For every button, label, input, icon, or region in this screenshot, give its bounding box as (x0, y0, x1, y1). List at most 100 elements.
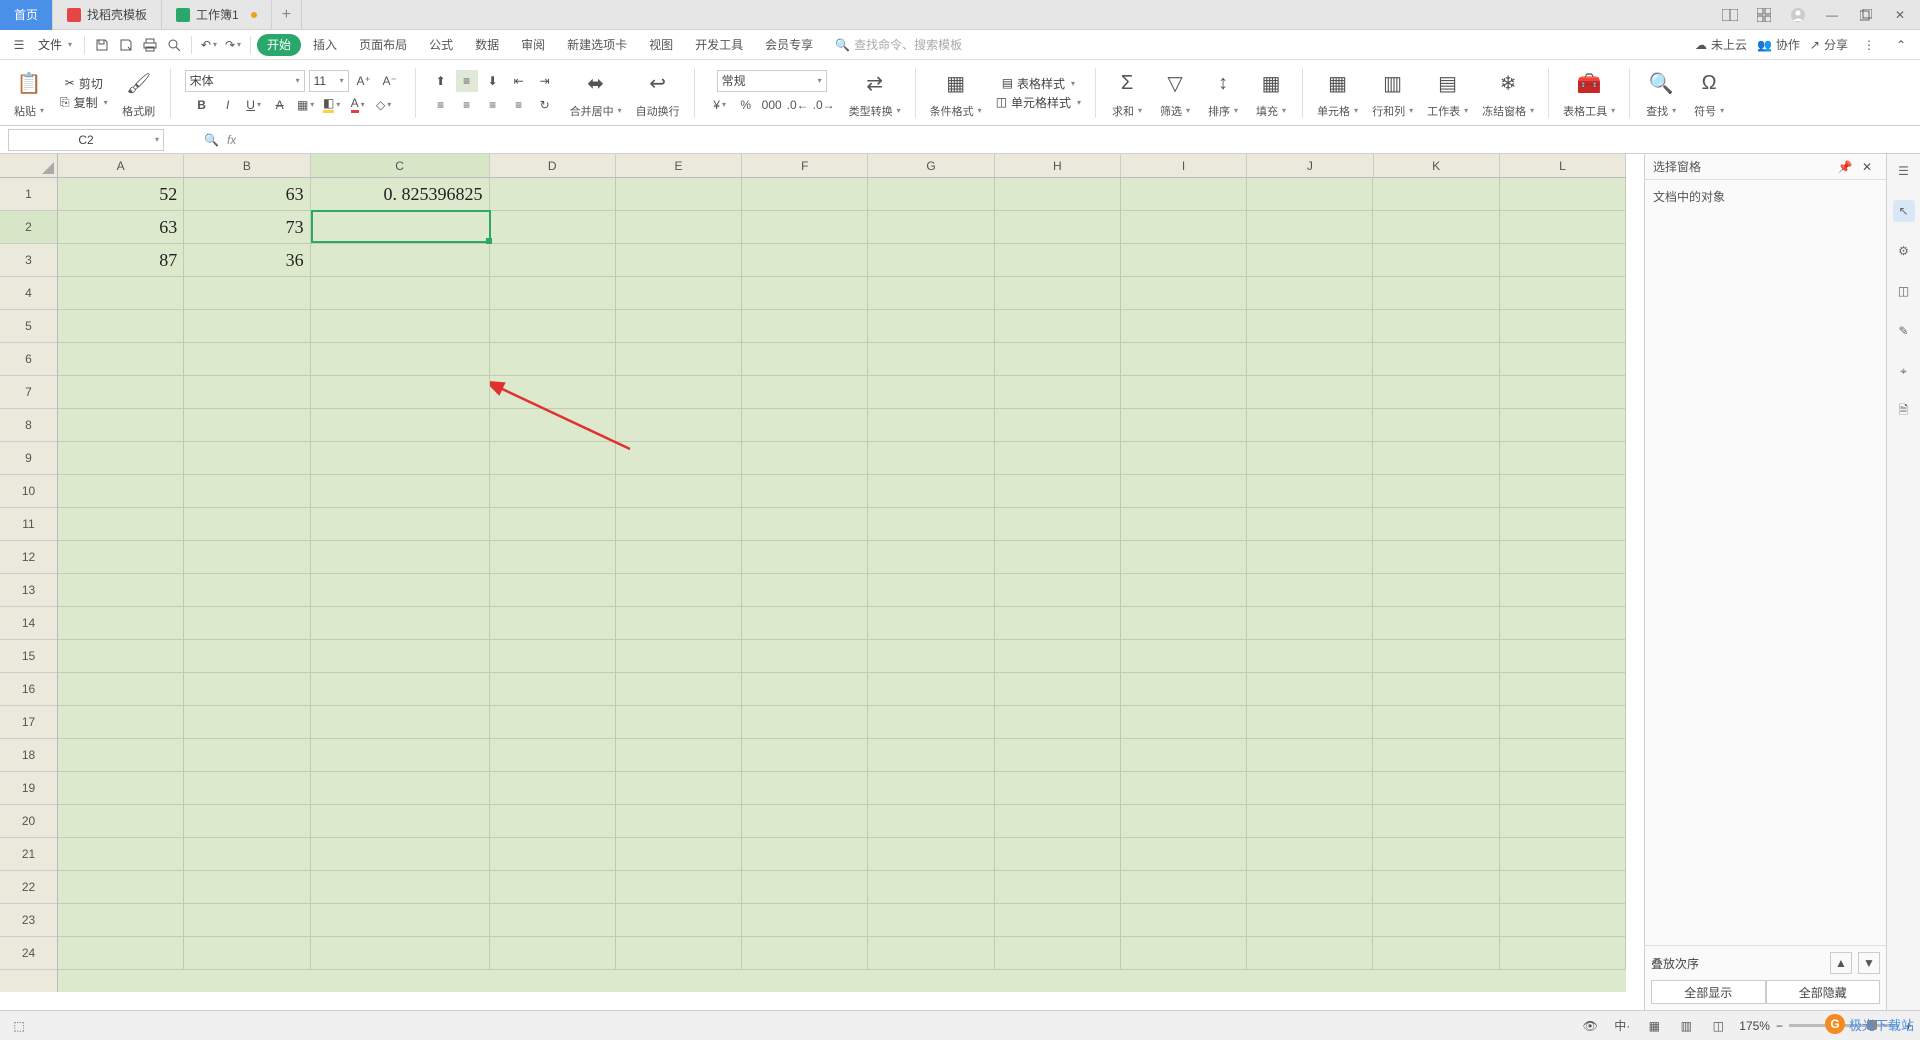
cell[interactable] (490, 739, 616, 772)
cell[interactable] (742, 409, 868, 442)
cell[interactable] (995, 673, 1121, 706)
cell[interactable] (616, 211, 742, 244)
merge-button[interactable]: ⬌合并居中▾ (566, 67, 626, 119)
cell[interactable] (1373, 904, 1499, 937)
cell[interactable] (1500, 211, 1626, 244)
row-header[interactable]: 13 (0, 574, 57, 607)
cell[interactable] (1247, 508, 1373, 541)
break-view-icon[interactable]: ◫ (1707, 1015, 1729, 1037)
cell[interactable] (311, 211, 490, 244)
cell[interactable] (616, 409, 742, 442)
cell[interactable] (868, 244, 994, 277)
file-menu[interactable]: 文件▾ (32, 36, 78, 53)
cell[interactable] (742, 211, 868, 244)
maximize-icon[interactable] (1854, 5, 1878, 25)
cell[interactable] (868, 937, 994, 970)
cell[interactable] (1373, 871, 1499, 904)
cell[interactable] (1373, 574, 1499, 607)
cell[interactable] (868, 673, 994, 706)
cell[interactable] (1121, 739, 1247, 772)
cell[interactable] (995, 310, 1121, 343)
share-button[interactable]: ↗分享 (1810, 36, 1848, 53)
cell[interactable] (1373, 541, 1499, 574)
cell[interactable] (1500, 871, 1626, 904)
cell[interactable] (184, 475, 310, 508)
cell[interactable] (1121, 343, 1247, 376)
cell[interactable] (1247, 178, 1373, 211)
cell[interactable] (1121, 937, 1247, 970)
tab-member[interactable]: 会员专享 (755, 30, 823, 60)
cell[interactable] (995, 277, 1121, 310)
cell[interactable] (184, 640, 310, 673)
percent-icon[interactable]: % (735, 94, 757, 116)
cell[interactable] (1500, 706, 1626, 739)
tab-home[interactable]: 首页 (0, 0, 53, 30)
layout-icon[interactable] (1718, 5, 1742, 25)
cell[interactable] (868, 574, 994, 607)
cell[interactable] (490, 805, 616, 838)
cell[interactable] (311, 277, 490, 310)
col-header[interactable]: K (1374, 154, 1500, 177)
thousand-icon[interactable]: 000 (761, 94, 783, 116)
cell[interactable] (1373, 343, 1499, 376)
cell[interactable] (58, 706, 184, 739)
security-icon[interactable]: ⌖ (1893, 360, 1915, 382)
cell[interactable] (1121, 673, 1247, 706)
border-button[interactable]: ▦▾ (295, 94, 317, 116)
cell[interactable] (1121, 904, 1247, 937)
cell[interactable] (616, 541, 742, 574)
cell[interactable] (1500, 640, 1626, 673)
cell[interactable] (742, 673, 868, 706)
cell[interactable] (1500, 244, 1626, 277)
cell[interactable] (490, 607, 616, 640)
zh-icon[interactable]: 中· (1611, 1015, 1633, 1037)
row-header[interactable]: 2 (0, 211, 57, 244)
cell[interactable] (1500, 805, 1626, 838)
undo-icon[interactable]: ↶▾ (198, 34, 220, 56)
tab-view[interactable]: 视图 (639, 30, 683, 60)
cell[interactable] (311, 706, 490, 739)
cell[interactable] (1500, 442, 1626, 475)
number-format-combo[interactable]: 常规▾ (717, 70, 827, 92)
redo-icon[interactable]: ↷▾ (222, 34, 244, 56)
decrease-indent-icon[interactable]: ⇤ (508, 70, 530, 92)
cell[interactable] (995, 904, 1121, 937)
cell[interactable] (1500, 937, 1626, 970)
cell[interactable] (616, 673, 742, 706)
row-header[interactable]: 21 (0, 838, 57, 871)
search-fx-icon[interactable]: 🔍 (204, 133, 219, 147)
cell[interactable]: 63 (184, 178, 310, 211)
filter-button[interactable]: ▽筛选▾ (1154, 67, 1196, 119)
cell[interactable] (1373, 211, 1499, 244)
cell[interactable] (742, 475, 868, 508)
spreadsheet-grid[interactable]: ABCDEFGHIJKL 123456789101112131415161718… (0, 154, 1644, 1010)
cell[interactable] (995, 772, 1121, 805)
cell[interactable] (1247, 772, 1373, 805)
cells-button[interactable]: ▦单元格▾ (1313, 67, 1362, 119)
cut-button[interactable]: ✂剪切 (65, 75, 103, 92)
cell[interactable] (58, 376, 184, 409)
cell[interactable] (868, 706, 994, 739)
saveas-icon[interactable] (115, 34, 137, 56)
cell[interactable] (995, 805, 1121, 838)
cell[interactable] (58, 409, 184, 442)
cell[interactable] (1121, 409, 1247, 442)
cell[interactable]: 52 (58, 178, 184, 211)
cell[interactable] (1373, 244, 1499, 277)
tab-new[interactable]: + (272, 0, 302, 30)
minimize-icon[interactable]: — (1820, 5, 1844, 25)
cell[interactable] (1247, 343, 1373, 376)
cell[interactable] (742, 442, 868, 475)
col-header[interactable]: F (742, 154, 868, 177)
cell[interactable] (616, 772, 742, 805)
cell[interactable] (868, 904, 994, 937)
col-header[interactable]: L (1500, 154, 1626, 177)
cell[interactable] (742, 508, 868, 541)
cell[interactable] (616, 310, 742, 343)
orientation-icon[interactable]: ↻ (534, 94, 556, 116)
user-icon[interactable] (1786, 5, 1810, 25)
tab-new-custom[interactable]: 新建选项卡 (557, 30, 637, 60)
cell[interactable] (311, 838, 490, 871)
cell[interactable] (995, 739, 1121, 772)
col-header[interactable]: A (58, 154, 184, 177)
